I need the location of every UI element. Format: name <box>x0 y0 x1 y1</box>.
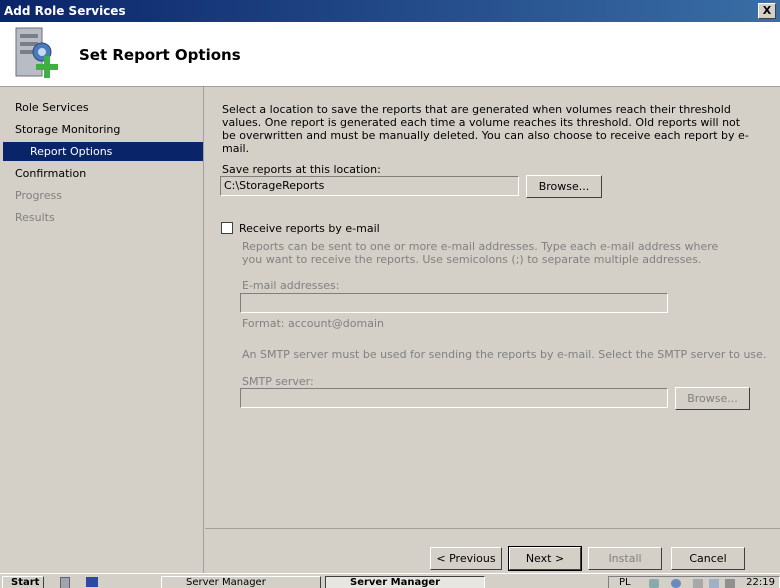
email-help-text: Reports can be sent to one or more e-mai… <box>242 240 719 266</box>
save-location-label: Save reports at this location: <box>222 163 381 176</box>
sidebar-item-results: Results <box>15 211 55 224</box>
smtp-browse-button[interactable]: Browse... <box>675 387 750 410</box>
wizard-header: Set Report Options <box>0 22 780 87</box>
email-addresses-field[interactable] <box>240 293 668 313</box>
wizard-content: Select a location to save the reports th… <box>205 87 780 527</box>
browse-button[interactable]: Browse... <box>526 175 602 198</box>
previous-button[interactable]: < Previous <box>430 547 502 570</box>
email-checkbox-label[interactable]: Receive reports by e-mail <box>239 222 380 235</box>
taskbar-item-server-manager[interactable]: Server Manager <box>161 576 321 588</box>
install-button: Install <box>588 547 662 570</box>
wizard-footer: < Previous Next > Install Cancel <box>205 528 780 574</box>
smtp-server-field[interactable] <box>240 388 668 408</box>
page-title: Set Report Options <box>79 46 241 64</box>
cancel-button[interactable]: Cancel <box>671 547 745 570</box>
email-format-hint: Format: account@domain <box>242 317 384 330</box>
quicklaunch-server-icon[interactable] <box>60 577 70 588</box>
next-button[interactable]: Next > <box>508 546 582 571</box>
smtp-help-text: An SMTP server must be used for sending … <box>242 348 767 361</box>
start-button[interactable]: Start <box>2 576 44 588</box>
email-checkbox[interactable] <box>221 222 233 234</box>
email-addresses-label: E-mail addresses: <box>242 279 340 292</box>
tray-language[interactable]: PL <box>619 577 631 588</box>
wizard-sidebar: Role Services Storage Monitoring Report … <box>0 87 204 573</box>
sidebar-item-storage-monitoring[interactable]: Storage Monitoring <box>3 120 203 139</box>
sidebar-item-role-services[interactable]: Role Services <box>3 98 203 117</box>
sidebar-item-report-options[interactable]: Report Options <box>3 142 203 161</box>
sidebar-item-confirmation[interactable]: Confirmation <box>3 164 203 183</box>
save-location-input[interactable]: C:\StorageReports <box>220 176 519 196</box>
smtp-server-label: SMTP server: <box>242 375 314 388</box>
taskbar: Start Server Manager Server Manager PL 2… <box>0 573 780 588</box>
window-title: Add Role Services <box>4 4 126 18</box>
sidebar-item-progress: Progress <box>15 189 62 202</box>
taskbar-item-server-manager-active[interactable]: Server Manager <box>325 576 485 588</box>
tray-clock[interactable]: 22:19 <box>746 577 775 588</box>
server-add-icon <box>15 27 58 78</box>
description-text: Select a location to save the reports th… <box>222 103 749 155</box>
system-tray: PL 22:19 <box>608 576 780 588</box>
close-icon: X <box>762 4 772 17</box>
close-button[interactable]: X <box>758 3 776 19</box>
quicklaunch-powershell-icon[interactable] <box>86 577 98 587</box>
window-titlebar: Add Role Services X <box>0 0 780 22</box>
